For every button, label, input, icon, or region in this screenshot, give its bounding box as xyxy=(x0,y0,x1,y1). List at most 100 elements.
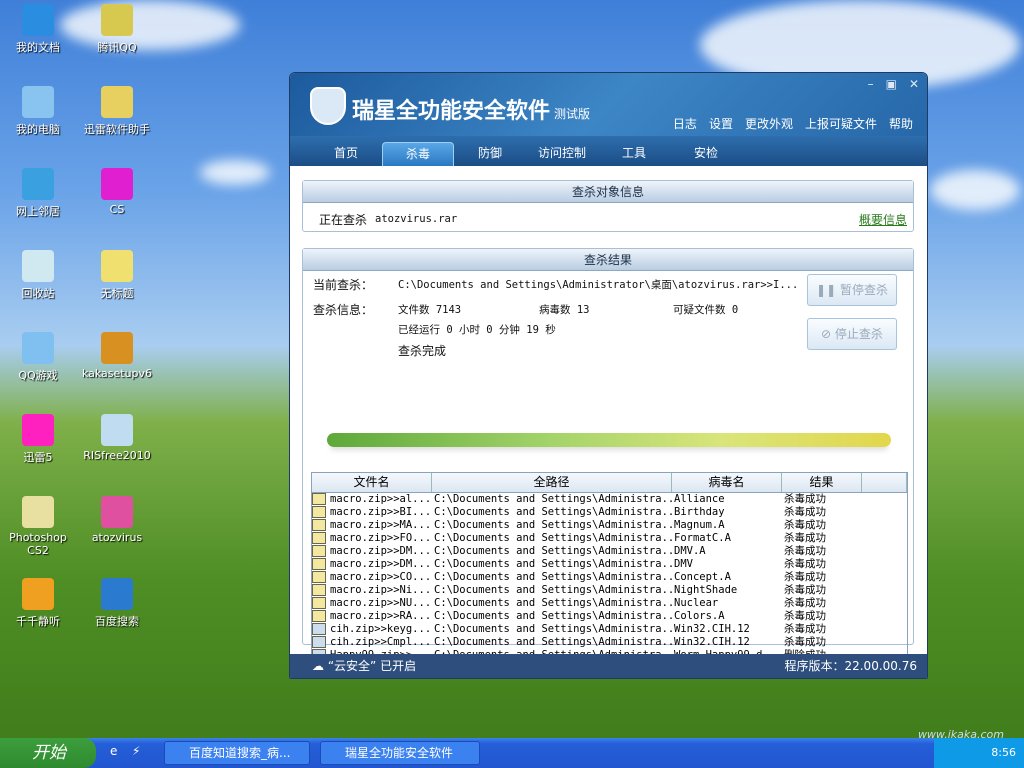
cell: 杀毒成功 xyxy=(782,558,862,571)
desktop-icon[interactable]: atozvirus xyxy=(77,496,157,544)
task-baidu-zhidao[interactable]: 百度知道搜索_病... xyxy=(164,741,310,765)
table-row[interactable]: macro.zip>>DM... C:\Documents and Setting… xyxy=(312,545,907,558)
cell-text: DMV xyxy=(674,558,693,570)
desktop-icon[interactable]: 无标题 xyxy=(77,250,157,301)
tab-home[interactable]: 首页 xyxy=(310,142,382,166)
link-change-skin[interactable]: 更改外观 xyxy=(745,115,793,132)
desktop-icon-label: 无标题 xyxy=(100,287,134,300)
title-bar[interactable]: 瑞星全功能安全软件 测试版 – ▣ ✕ 日志 设置 更改外观 上报可疑文件 帮助 xyxy=(290,73,927,136)
script-file-icon xyxy=(312,519,326,531)
col-filename[interactable]: 文件名 xyxy=(312,473,432,492)
app-icon xyxy=(101,332,133,364)
cell: NightShade xyxy=(672,584,782,597)
cell: 杀毒成功 xyxy=(782,506,862,519)
table-row[interactable]: macro.zip>>BI... C:\Documents and Setting… xyxy=(312,506,907,519)
desktop-icon[interactable]: 网上邻居 xyxy=(0,168,78,219)
cell-text: C:\Documents and Settings\Administra... xyxy=(434,636,672,648)
scan-state: 查杀完成 xyxy=(398,344,447,358)
app-icon xyxy=(101,86,133,118)
cell-text: macro.zip>>CO... xyxy=(330,571,432,583)
program-version: 程序版本：22.00.00.76 xyxy=(784,659,917,673)
status-bar: ☁ “云安全” 已开启 程序版本：22.00.00.76 xyxy=(290,654,927,678)
task-rising-antivirus[interactable]: 瑞星全功能安全软件 xyxy=(320,741,480,765)
table-row[interactable]: macro.zip>>FO... C:\Documents and Setting… xyxy=(312,532,907,545)
app-icon xyxy=(22,414,54,446)
desktop-icon[interactable]: 迅雷5 xyxy=(0,414,78,465)
cell: DMV xyxy=(672,558,782,571)
table-row[interactable]: macro.zip>>al... C:\Documents and Setting… xyxy=(312,493,907,506)
cell: Nuclear xyxy=(672,597,782,610)
link-help[interactable]: 帮助 xyxy=(889,115,913,132)
desktop-icon[interactable]: 我的文档 xyxy=(0,4,78,55)
cell-text: Win32.CIH.12 xyxy=(674,636,750,648)
desktop-icon-label: 百度搜索 xyxy=(95,615,139,628)
desktop-icon[interactable]: QQ游戏 xyxy=(0,332,78,383)
cell: C:\Documents and Settings\Administra... xyxy=(432,545,672,558)
start-button[interactable]: 开始 xyxy=(0,738,96,768)
app-icon xyxy=(101,414,133,446)
virus-count: 病毒数 13 xyxy=(539,304,590,316)
cloud xyxy=(200,160,270,185)
tab-defense[interactable]: 防御 xyxy=(454,142,526,166)
table-row[interactable]: cih.zip>>Cmpl... C:\Documents and Setting… xyxy=(312,636,907,649)
tab-security-check[interactable]: 安检 xyxy=(670,142,742,166)
cell: 杀毒成功 xyxy=(782,532,862,545)
desktop-icon[interactable]: CS xyxy=(77,168,157,216)
cell: Concept.A xyxy=(672,571,782,584)
cell: macro.zip>>FO... xyxy=(312,532,432,545)
cell: 杀毒成功 xyxy=(782,597,862,610)
show-desktop-icon[interactable]: ⚡ xyxy=(132,744,140,758)
app-icon xyxy=(22,578,54,610)
col-result[interactable]: 结果 xyxy=(782,473,862,492)
pause-icon: ❚❚ xyxy=(816,283,840,297)
desktop-icon[interactable]: RISfree2010 xyxy=(77,414,157,462)
minimize-icon[interactable]: – xyxy=(868,77,874,91)
stop-scan-button[interactable]: ⊘ 停止查杀 xyxy=(807,318,897,350)
tab-access-control[interactable]: 访问控制 xyxy=(526,142,598,166)
desktop-icon[interactable]: 回收站 xyxy=(0,250,78,301)
file-count: 文件数 7143 xyxy=(398,304,462,316)
col-virus-name[interactable]: 病毒名 xyxy=(672,473,782,492)
cell-text: C:\Documents and Settings\Administra... xyxy=(434,545,672,557)
desktop-icon[interactable]: 迅雷软件助手 xyxy=(77,86,157,137)
desktop-icon[interactable]: kakasetupv6 xyxy=(77,332,157,380)
table-row[interactable]: macro.zip>>CO... C:\Documents and Setting… xyxy=(312,571,907,584)
link-log[interactable]: 日志 xyxy=(673,115,697,132)
cell-text: NightShade xyxy=(674,584,738,596)
desktop-icon[interactable]: 百度搜索 xyxy=(77,578,157,629)
table-row[interactable]: macro.zip>>Ni... C:\Documents and Setting… xyxy=(312,584,907,597)
link-report-file[interactable]: 上报可疑文件 xyxy=(805,115,877,132)
edition-label: 测试版 xyxy=(554,107,591,121)
cell-text: 杀毒成功 xyxy=(784,623,826,635)
link-settings[interactable]: 设置 xyxy=(709,115,733,132)
desktop-icon[interactable]: 腾讯QQ xyxy=(77,4,157,55)
desktop-icon[interactable]: Photoshop CS2 xyxy=(0,496,78,557)
pause-scan-button[interactable]: ❚❚ 暂停查杀 xyxy=(807,274,897,306)
table-row[interactable]: macro.zip>>NU... C:\Documents and Setting… xyxy=(312,597,907,610)
cell: macro.zip>>RA... xyxy=(312,610,432,623)
result-panel-header: 查杀结果 xyxy=(303,249,913,271)
close-icon[interactable]: ✕ xyxy=(909,77,919,91)
cell-text: macro.zip>>DM... xyxy=(330,545,432,557)
cell: C:\Documents and Settings\Administra... xyxy=(432,623,672,636)
desktop-icon[interactable]: 我的电脑 xyxy=(0,86,78,137)
table-row[interactable]: cih.zip>>keyg... C:\Documents and Setting… xyxy=(312,623,907,636)
summary-link[interactable]: 概要信息 xyxy=(859,211,907,228)
tab-tools[interactable]: 工具 xyxy=(598,142,670,166)
cell: 杀毒成功 xyxy=(782,623,862,636)
cell-text: DMV.A xyxy=(674,545,706,557)
cell-text: 杀毒成功 xyxy=(784,636,826,648)
desktop-icon[interactable]: 千千静听 xyxy=(0,578,78,629)
desktop-icon-label: 千千静听 xyxy=(16,615,60,628)
table-row[interactable]: macro.zip>>DM... C:\Documents and Setting… xyxy=(312,558,907,571)
table-row[interactable]: macro.zip>>RA... C:\Documents and Setting… xyxy=(312,610,907,623)
table-row[interactable]: macro.zip>>MA... C:\Documents and Setting… xyxy=(312,519,907,532)
table-header: 文件名 全路径 病毒名 结果 xyxy=(312,473,907,493)
cell: 杀毒成功 xyxy=(782,610,862,623)
tab-scan[interactable]: 杀毒 xyxy=(382,142,454,166)
cell-text: macro.zip>>RA... xyxy=(330,610,432,622)
table-body: macro.zip>>al... C:\Documents and Setting… xyxy=(312,493,907,662)
col-fullpath[interactable]: 全路径 xyxy=(432,473,672,492)
maximize-icon[interactable]: ▣ xyxy=(886,77,897,91)
ie-quicklaunch-icon[interactable]: e xyxy=(110,744,117,758)
